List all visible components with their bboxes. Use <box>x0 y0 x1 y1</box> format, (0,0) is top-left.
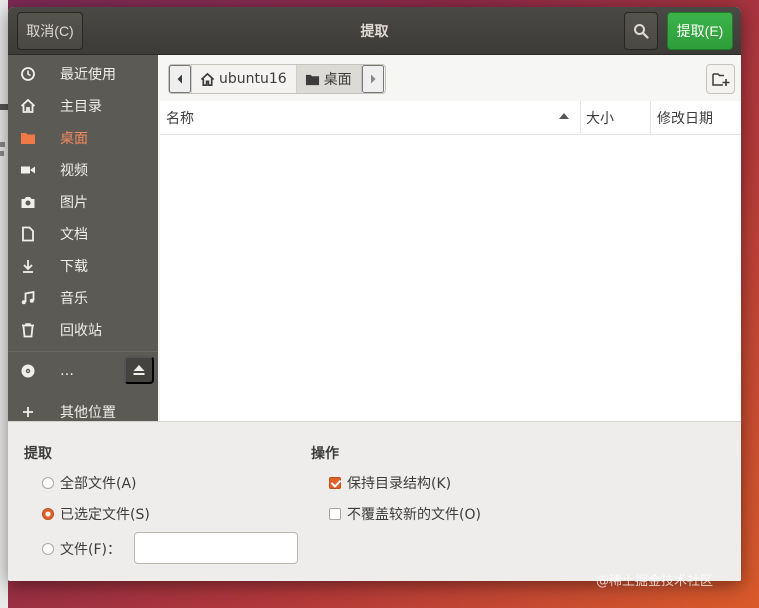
sidebar-item-label: 最近使用 <box>60 67 116 83</box>
sidebar-separator <box>8 351 158 352</box>
disc-icon <box>19 362 37 380</box>
sidebar-item-label: 回收站 <box>60 323 102 339</box>
video-icon <box>19 161 37 179</box>
sidebar-item-music[interactable]: 音乐 <box>8 282 158 314</box>
path-back-button[interactable] <box>169 65 191 93</box>
eject-icon <box>133 365 145 375</box>
music-icon <box>19 289 37 307</box>
sort-ascending-icon <box>559 113 569 119</box>
sidebar-item-label: 图片 <box>60 195 88 211</box>
checkbox-no-overwrite[interactable]: 不覆盖较新的文件(O) <box>329 504 481 524</box>
desktop-mark <box>0 151 4 156</box>
sidebar-item-pictures[interactable]: 图片 <box>8 186 158 218</box>
search-button[interactable] <box>624 12 658 50</box>
extract-section-title: 提取 <box>24 446 52 462</box>
trash-icon <box>19 321 37 339</box>
header-bar: 提取 取消(C) 提取(E) <box>8 7 741 55</box>
places-sidebar: 最近使用 主目录 桌面 视频 图片 文档 下载 音乐 回收站 … 其他位置 <box>8 55 158 421</box>
path-segment-label: ubuntu16 <box>219 71 287 87</box>
column-header-modified[interactable]: 修改日期 <box>650 101 741 135</box>
path-segment-label: 桌面 <box>323 72 352 88</box>
download-icon <box>19 257 37 275</box>
radio-indicator[interactable] <box>42 543 54 555</box>
sidebar-item-label: 文档 <box>60 227 88 243</box>
sidebar-item-label: 桌面 <box>60 131 88 147</box>
sidebar-item-label: 音乐 <box>60 291 88 307</box>
plus-icon <box>19 403 37 421</box>
file-list[interactable]: 名称 大小 修改日期 <box>160 101 741 421</box>
sidebar-item-recent[interactable]: 最近使用 <box>8 58 158 90</box>
arrow-right-icon <box>370 74 376 84</box>
document-icon <box>19 225 37 243</box>
path-forward-button[interactable] <box>361 65 384 93</box>
column-header-name[interactable]: 名称 <box>166 101 580 135</box>
arrow-left-icon <box>177 74 182 84</box>
radio-files-pattern[interactable]: 文件(F)： <box>42 539 121 559</box>
column-label: 名称 <box>166 111 194 127</box>
eject-button[interactable] <box>124 356 154 384</box>
clock-icon <box>19 65 37 83</box>
radio-indicator[interactable] <box>42 508 54 520</box>
folder-icon <box>305 74 319 85</box>
desktop-mark <box>0 104 8 110</box>
sidebar-item-videos[interactable]: 视频 <box>8 154 158 186</box>
file-list-header: 名称 大小 修改日期 <box>160 101 741 135</box>
home-icon <box>19 97 37 115</box>
camera-icon <box>19 193 37 211</box>
sidebar-item-desktop[interactable]: 桌面 <box>8 122 158 154</box>
sidebar-item-downloads[interactable]: 下载 <box>8 250 158 282</box>
sidebar-item-trash[interactable]: 回收站 <box>8 314 158 346</box>
sidebar-item-documents[interactable]: 文档 <box>8 218 158 250</box>
radio-all-files[interactable]: 全部文件(A) <box>42 473 137 493</box>
radio-selected-files[interactable]: 已选定文件(S) <box>42 504 150 524</box>
checkbox-keep-structure[interactable]: 保持目录结构(K) <box>329 473 451 493</box>
radio-label: 文件(F)： <box>60 542 121 558</box>
desktop-mark <box>0 142 5 147</box>
sidebar-item-label: … <box>60 363 74 379</box>
radio-label: 全部文件(A) <box>60 476 137 492</box>
sidebar-item-home[interactable]: 主目录 <box>8 90 158 122</box>
checkbox-indicator[interactable] <box>329 477 341 489</box>
sidebar-item-label: 视频 <box>60 163 88 179</box>
checkbox-label: 保持目录结构(K) <box>347 476 452 492</box>
extract-options-panel: 提取 全部文件(A) 已选定文件(S) 文件(F)： 操作 保持目录结构(K) … <box>8 421 741 581</box>
new-folder-button[interactable] <box>706 64 735 94</box>
path-bar: ubuntu16 桌面 <box>168 64 386 94</box>
path-segment-desktop[interactable]: 桌面 <box>295 65 362 93</box>
actions-section-title: 操作 <box>311 446 339 462</box>
search-icon <box>634 24 649 39</box>
watermark-text: @稀土掘金技术社区 <box>596 574 714 589</box>
sidebar-item-label: 主目录 <box>60 99 102 115</box>
new-folder-icon <box>711 73 729 86</box>
files-pattern-input[interactable] <box>134 532 298 564</box>
column-label: 修改日期 <box>657 111 713 127</box>
checkbox-indicator[interactable] <box>329 508 341 520</box>
extract-dialog: 提取 取消(C) 提取(E) 最近使用 主目录 桌面 视频 图片 文档 下载 音… <box>8 7 741 581</box>
radio-label: 已选定文件(S) <box>60 507 150 523</box>
sidebar-item-label: 其他位置 <box>60 405 116 421</box>
checkbox-label: 不覆盖较新的文件(O) <box>347 507 481 523</box>
column-label: 大小 <box>586 111 614 127</box>
radio-indicator[interactable] <box>42 477 54 489</box>
home-icon <box>200 72 215 86</box>
path-segment-home[interactable]: ubuntu16 <box>191 65 296 93</box>
extract-button[interactable]: 提取(E) <box>667 12 733 50</box>
desktop-background-sliver <box>0 0 8 608</box>
folder-icon <box>19 129 37 147</box>
sidebar-item-label: 下载 <box>60 259 88 275</box>
column-header-size[interactable]: 大小 <box>580 101 650 135</box>
cancel-button[interactable]: 取消(C) <box>17 12 83 50</box>
